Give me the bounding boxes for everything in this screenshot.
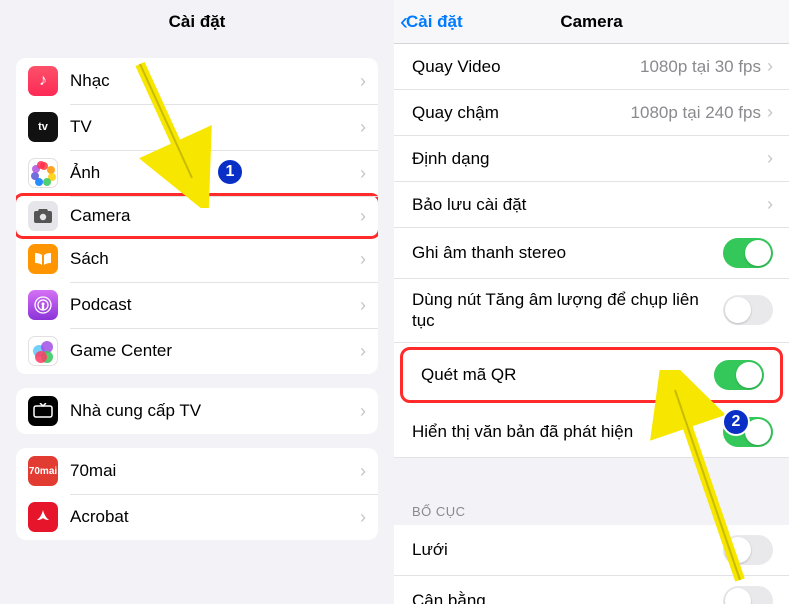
tv-icon: tv	[28, 112, 58, 142]
annotation-badge-1: 1	[216, 158, 244, 186]
row-label: Camera	[70, 206, 360, 226]
settings-row-gamecenter[interactable]: Game Center ›	[16, 328, 378, 374]
row-label: Dùng nút Tăng âm lượng để chụp liên tục	[412, 289, 723, 332]
settings-row-70mai[interactable]: 70mai 70mai ›	[16, 448, 378, 494]
row-record-video[interactable]: Quay Video 1080p tại 30 fps ›	[394, 44, 789, 90]
row-stereo-audio[interactable]: Ghi âm thanh stereo	[394, 228, 789, 279]
chevron-right-icon: ›	[360, 163, 366, 184]
row-label: Sách	[70, 249, 360, 269]
page-title: Camera	[560, 12, 622, 32]
podcast-icon	[28, 290, 58, 320]
row-volume-burst[interactable]: Dùng nút Tăng âm lượng để chụp liên tục	[394, 279, 789, 343]
chevron-right-icon: ›	[360, 341, 366, 362]
settings-group-apps: 70mai 70mai › Acrobat ›	[16, 448, 378, 540]
row-record-slomo[interactable]: Quay chậm 1080p tại 240 fps ›	[394, 90, 789, 136]
back-button[interactable]: ‹ Cài đặt	[400, 0, 463, 44]
stereo-toggle[interactable]	[723, 238, 773, 268]
row-label: Podcast	[70, 295, 360, 315]
row-value: 1080p tại 240 fps	[631, 103, 761, 123]
page-title: Cài đặt	[0, 0, 394, 44]
tvprovider-icon	[28, 396, 58, 426]
annotation-badge-2: 2	[722, 408, 750, 436]
annotation-arrow-1	[120, 58, 220, 208]
settings-row-acrobat[interactable]: Acrobat ›	[16, 494, 378, 540]
annotation-arrow-2	[620, 370, 760, 590]
row-label: 70mai	[70, 461, 360, 481]
chevron-right-icon: ›	[360, 401, 366, 422]
row-preserve-settings[interactable]: Bảo lưu cài đặt ›	[394, 182, 789, 228]
chevron-right-icon: ›	[360, 117, 366, 138]
header: ‹ Cài đặt Camera	[394, 0, 789, 44]
settings-row-podcast[interactable]: Podcast ›	[16, 282, 378, 328]
row-label: Game Center	[70, 341, 360, 361]
row-label: Quay chậm	[412, 102, 631, 123]
chevron-right-icon: ›	[360, 249, 366, 270]
row-label: Cân bằng	[412, 590, 723, 604]
row-label: Quay Video	[412, 56, 640, 77]
volume-burst-toggle[interactable]	[723, 295, 773, 325]
row-label: Ghi âm thanh stereo	[412, 242, 723, 263]
chevron-right-icon: ›	[360, 461, 366, 482]
camera-icon	[28, 201, 58, 231]
chevron-right-icon: ›	[360, 206, 366, 227]
chevron-right-icon: ›	[767, 102, 773, 123]
70mai-icon: 70mai	[28, 456, 58, 486]
books-icon	[28, 244, 58, 274]
acrobat-icon	[28, 502, 58, 532]
settings-row-tvprovider[interactable]: Nhà cung cấp TV ›	[16, 388, 378, 434]
music-icon: ♪	[28, 66, 58, 96]
chevron-right-icon: ›	[360, 295, 366, 316]
chevron-right-icon: ›	[767, 56, 773, 77]
chevron-right-icon: ›	[767, 148, 773, 169]
chevron-right-icon: ›	[360, 71, 366, 92]
chevron-right-icon: ›	[360, 507, 366, 528]
back-label: Cài đặt	[406, 12, 463, 32]
settings-row-books[interactable]: Sách ›	[16, 236, 378, 282]
chevron-right-icon: ›	[767, 194, 773, 215]
row-label: Định dạng	[412, 148, 767, 169]
row-label: Acrobat	[70, 507, 360, 527]
row-formats[interactable]: Định dạng ›	[394, 136, 789, 182]
row-label: Nhà cung cấp TV	[70, 401, 360, 421]
row-value: 1080p tại 30 fps	[640, 57, 761, 77]
photos-icon	[28, 158, 58, 188]
row-label: Bảo lưu cài đặt	[412, 194, 767, 215]
settings-group-tvprovider: Nhà cung cấp TV ›	[16, 388, 378, 434]
gamecenter-icon	[28, 336, 58, 366]
